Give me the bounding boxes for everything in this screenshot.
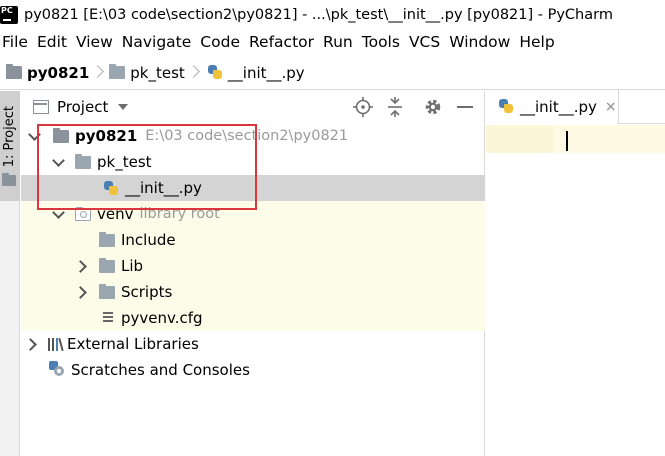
folder-icon: [2, 173, 16, 186]
breadcrumb: py0821 pk_test __init__.py: [0, 56, 665, 90]
library-root-folder-icon: [75, 206, 91, 221]
menu-navigate[interactable]: Navigate: [120, 33, 199, 51]
tree-item-label: pk_test: [97, 153, 152, 171]
pycharm-icon: [0, 6, 18, 24]
tree-item-pk-test[interactable]: pk_test: [21, 149, 485, 175]
libraries-icon: [47, 336, 65, 352]
chevron-down-icon[interactable]: [51, 154, 67, 170]
chevron-down-icon[interactable]: [118, 104, 129, 110]
breadcrumb-item-pk-test[interactable]: pk_test: [107, 64, 185, 82]
chevron-right-icon[interactable]: [75, 284, 91, 300]
menu-run[interactable]: Run: [321, 33, 360, 51]
tree-item-label: Lib: [121, 257, 144, 275]
menu-refactor[interactable]: Refactor: [247, 33, 321, 51]
hide-icon[interactable]: [454, 96, 476, 118]
current-line[interactable]: [486, 125, 665, 153]
folder-icon: [6, 64, 22, 79]
editor-tab-bar: __init__.py ×: [486, 90, 665, 124]
folder-icon: [99, 283, 115, 299]
text-file-icon: [101, 310, 115, 326]
breadcrumb-item-py0821[interactable]: py0821: [0, 64, 89, 82]
project-panel: Project py0821 E:\03 code\section2\py082…: [21, 91, 485, 456]
editor-area: __init__.py ×: [486, 90, 665, 456]
text-caret: [566, 131, 568, 151]
close-icon[interactable]: ×: [605, 99, 617, 115]
window-title: py0821 [E:\03 code\section2\py0821] - ..…: [24, 7, 613, 23]
chevron-down-icon[interactable]: [27, 128, 43, 144]
breadcrumb-label: pk_test: [130, 63, 185, 82]
tree-item-label: py0821: [75, 127, 138, 145]
tab-init-py[interactable]: __init__.py ×: [486, 90, 619, 124]
menu-window[interactable]: Window: [447, 33, 517, 51]
tree-item-label: pyvenv.cfg: [121, 309, 203, 327]
chevron-right-icon: [189, 64, 199, 82]
tree-item-venv[interactable]: venv library root: [21, 201, 485, 227]
tree-item-lib[interactable]: Lib: [21, 253, 485, 279]
tree-item-scratches[interactable]: Scratches and Consoles: [21, 357, 485, 383]
python-file-icon: [207, 64, 223, 81]
project-panel-header: Project: [21, 91, 484, 123]
tree-item-label: Scripts: [121, 283, 173, 301]
menu-bar: File Edit View Navigate Code Refactor Ru…: [0, 30, 665, 54]
breadcrumb-item-init-py[interactable]: __init__.py: [203, 64, 305, 82]
breadcrumb-label: py0821: [27, 63, 90, 82]
tree-item-label: Include: [121, 231, 176, 249]
menu-file[interactable]: File: [0, 33, 35, 51]
project-tool-tab[interactable]: 1: Project: [0, 91, 20, 201]
scratches-icon: [49, 361, 67, 379]
tree-item-label: External Libraries: [67, 335, 199, 353]
tree-item-label: Scratches and Consoles: [71, 361, 250, 379]
menu-view[interactable]: View: [74, 33, 120, 51]
folder-icon: [99, 231, 115, 247]
menu-edit[interactable]: Edit: [35, 33, 74, 51]
project-window-icon: [33, 100, 49, 114]
menu-code[interactable]: Code: [198, 33, 247, 51]
breadcrumb-label: __init__.py: [227, 63, 305, 82]
locate-icon[interactable]: [352, 96, 374, 118]
tree-item-path: E:\03 code\section2\py0821: [145, 128, 349, 144]
tree-item-external-libraries[interactable]: External Libraries: [21, 331, 485, 357]
folder-icon: [99, 257, 115, 273]
menu-tools[interactable]: Tools: [360, 33, 407, 51]
chevron-right-icon: [93, 64, 103, 82]
tree-item-label: __init__.py: [125, 179, 202, 197]
chevron-right-icon[interactable]: [75, 258, 91, 274]
folder-icon: [53, 127, 69, 143]
title-bar: py0821 [E:\03 code\section2\py0821] - ..…: [0, 0, 665, 30]
tree-item-py0821[interactable]: py0821 E:\03 code\section2\py0821: [21, 123, 485, 149]
menu-help[interactable]: Help: [517, 33, 561, 51]
folder-icon: [109, 64, 126, 79]
project-view-selector[interactable]: Project: [57, 98, 108, 116]
chevron-down-icon[interactable]: [51, 206, 67, 222]
collapse-all-icon[interactable]: [384, 96, 406, 118]
folder-icon: [75, 153, 91, 169]
tool-window-stripe: 1: Project: [0, 91, 20, 456]
menu-vcs[interactable]: VCS: [407, 33, 447, 51]
tree-item-label: venv: [97, 205, 134, 223]
python-file-icon: [103, 180, 119, 197]
chevron-right-icon[interactable]: [25, 336, 41, 352]
tree-item-include[interactable]: Include: [21, 227, 485, 253]
tree-item-hint: library root: [139, 206, 220, 222]
editor-gutter: [486, 125, 554, 456]
tab-label: __init__.py: [520, 97, 597, 116]
python-file-icon: [498, 98, 514, 115]
settings-gear-icon[interactable]: [422, 96, 444, 118]
tree-item-init-py[interactable]: __init__.py: [21, 175, 485, 201]
tree-item-pyvenv-cfg[interactable]: pyvenv.cfg: [21, 305, 485, 331]
project-tool-tab-label: 1: Project: [2, 106, 17, 168]
tree-item-scripts[interactable]: Scripts: [21, 279, 485, 305]
